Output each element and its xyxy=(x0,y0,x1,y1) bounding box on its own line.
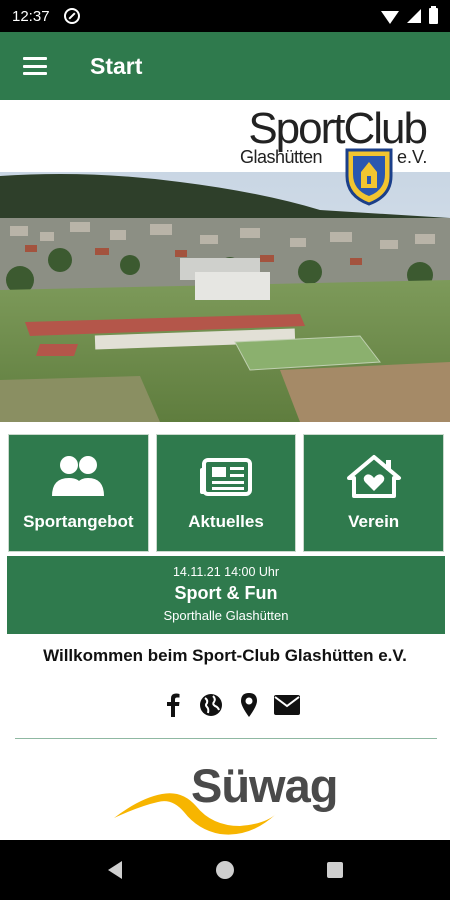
hero-banner: SportClub Glashütten e.V. xyxy=(0,100,450,422)
group-icon xyxy=(52,456,105,496)
event-location: Sporthalle Glashütten xyxy=(163,608,289,623)
status-time: 12:37 xyxy=(12,7,50,25)
mail-icon xyxy=(274,695,300,715)
tile-label: Sportangebot xyxy=(23,512,134,531)
location-button[interactable] xyxy=(236,690,262,720)
back-icon xyxy=(108,861,122,879)
mail-button[interactable] xyxy=(274,690,300,720)
status-icons xyxy=(381,6,438,24)
hamburger-menu-icon xyxy=(23,57,47,75)
wifi-icon xyxy=(381,10,399,24)
home-button[interactable] xyxy=(205,850,245,890)
divider xyxy=(15,738,437,739)
website-button[interactable] xyxy=(198,690,224,720)
newspaper-icon xyxy=(200,458,252,496)
tile-label: Aktuelles xyxy=(188,512,264,531)
status-bar: 12:37 xyxy=(0,0,450,32)
data-saver-icon xyxy=(63,8,80,24)
main-tiles: Sportangebot Aktuelles Verein xyxy=(8,434,445,552)
signal-icon xyxy=(407,9,421,23)
tile-label: Verein xyxy=(348,512,400,531)
event-title: Sport & Fun xyxy=(174,583,278,603)
tile-aktuelles[interactable]: Aktuelles xyxy=(155,434,297,552)
next-event-card[interactable]: 14.11.21 14:00 Uhr Sport & Fun Sporthall… xyxy=(7,556,445,634)
back-button[interactable] xyxy=(95,850,135,890)
location-pin-icon xyxy=(241,693,257,717)
club-logo-suffix: e.V. xyxy=(397,147,428,167)
app-bar: Start xyxy=(0,32,450,100)
facebook-icon xyxy=(167,693,180,717)
system-nav-bar xyxy=(0,840,450,900)
page-title: Start xyxy=(90,52,143,79)
event-date: 14.11.21 14:00 Uhr xyxy=(172,565,280,579)
house-heart-icon xyxy=(346,455,401,498)
sponsor-name: Süwag xyxy=(191,759,338,812)
crest-icon xyxy=(345,148,393,206)
facebook-button[interactable] xyxy=(160,690,186,720)
tile-sportangebot[interactable]: Sportangebot xyxy=(8,434,149,552)
battery-icon xyxy=(429,6,438,24)
sponsor-logo[interactable]: Süwag xyxy=(100,752,360,838)
recents-icon xyxy=(327,862,343,878)
menu-button[interactable] xyxy=(0,32,70,100)
home-icon xyxy=(216,861,234,879)
welcome-text: Willkommen beim Sport-Club Glashütten e.… xyxy=(43,646,407,665)
tile-verein[interactable]: Verein xyxy=(303,434,445,552)
recents-button[interactable] xyxy=(315,850,355,890)
club-logo-subtitle: Glashütten xyxy=(240,147,323,167)
social-links xyxy=(160,690,300,720)
globe-icon xyxy=(200,694,222,716)
